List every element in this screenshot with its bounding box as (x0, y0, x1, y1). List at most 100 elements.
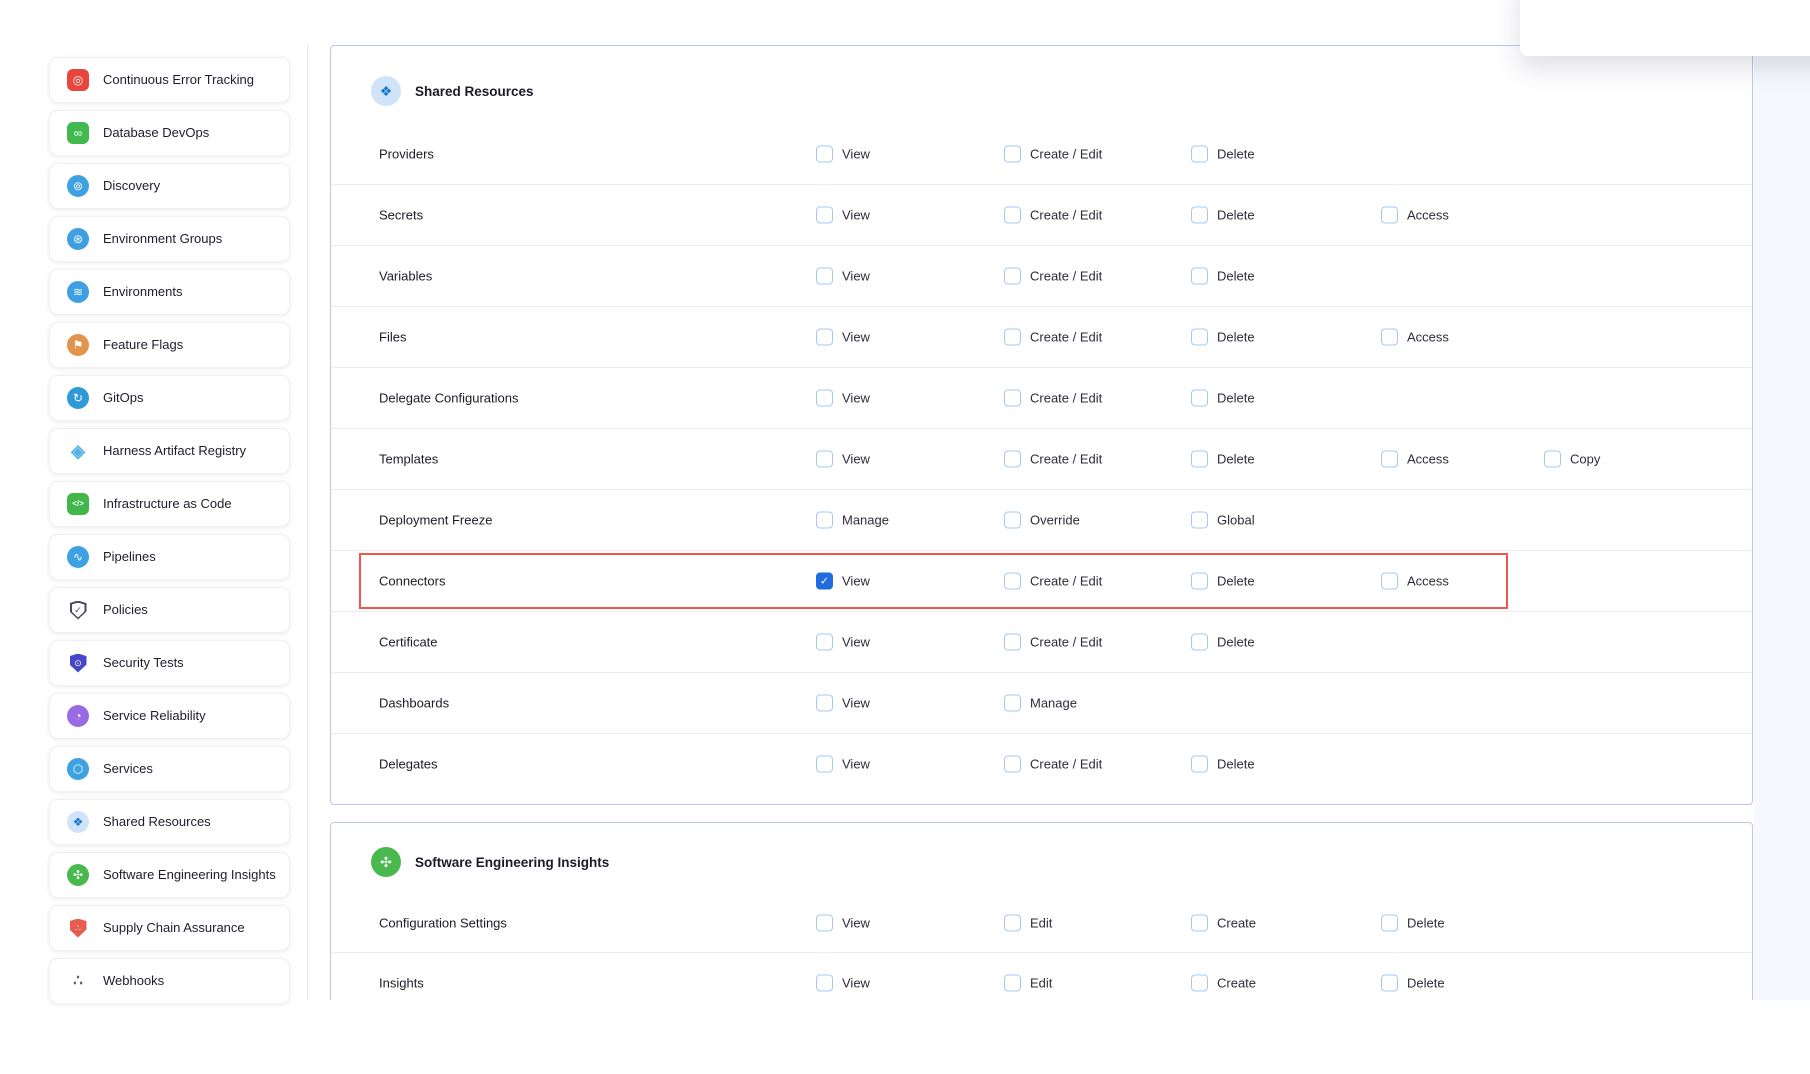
templates-copy-checkbox[interactable]: ✓Copy (1544, 451, 1600, 468)
files-access-checkbox[interactable]: ✓Access (1381, 329, 1449, 346)
checkbox-unchecked[interactable]: ✓ (816, 914, 833, 931)
checkbox-unchecked[interactable]: ✓ (1191, 573, 1208, 590)
connectors-delete-checkbox[interactable]: ✓Delete (1191, 573, 1255, 590)
variables-create-edit-checkbox[interactable]: ✓Create / Edit (1004, 268, 1102, 285)
delegate-configurations-create-edit-checkbox[interactable]: ✓Create / Edit (1004, 390, 1102, 407)
delegates-view-checkbox[interactable]: ✓View (816, 756, 870, 773)
checkbox-unchecked[interactable]: ✓ (816, 695, 833, 712)
checkbox-unchecked[interactable]: ✓ (1381, 451, 1398, 468)
connectors-view-checkbox[interactable]: ✓View (816, 573, 870, 590)
checkbox-unchecked[interactable]: ✓ (1004, 451, 1021, 468)
checkbox-unchecked[interactable]: ✓ (1191, 974, 1208, 991)
sidebar-item-software-engineering-insights[interactable]: ✣Software Engineering Insights (49, 852, 290, 898)
files-view-checkbox[interactable]: ✓View (816, 329, 870, 346)
checkbox-unchecked[interactable]: ✓ (1191, 207, 1208, 224)
providers-view-checkbox[interactable]: ✓View (816, 146, 870, 163)
checkbox-unchecked[interactable]: ✓ (1381, 914, 1398, 931)
templates-create-edit-checkbox[interactable]: ✓Create / Edit (1004, 451, 1102, 468)
checkbox-unchecked[interactable]: ✓ (1004, 390, 1021, 407)
checkbox-unchecked[interactable]: ✓ (816, 512, 833, 529)
checkbox-unchecked[interactable]: ✓ (1191, 268, 1208, 285)
checkbox-checked[interactable]: ✓ (816, 573, 833, 590)
checkbox-unchecked[interactable]: ✓ (1191, 512, 1208, 529)
checkbox-unchecked[interactable]: ✓ (816, 974, 833, 991)
checkbox-unchecked[interactable]: ✓ (1381, 329, 1398, 346)
deployment-freeze-override-checkbox[interactable]: ✓Override (1004, 512, 1080, 529)
checkbox-unchecked[interactable]: ✓ (1191, 756, 1208, 773)
sidebar-item-shared-resources[interactable]: ❖Shared Resources (49, 799, 290, 845)
sidebar-item-discovery[interactable]: ⊚Discovery (49, 163, 290, 209)
sidebar-item-policies[interactable]: ✓Policies (49, 587, 290, 633)
insights-view-checkbox[interactable]: ✓View (816, 974, 870, 991)
checkbox-unchecked[interactable]: ✓ (1191, 390, 1208, 407)
checkbox-unchecked[interactable]: ✓ (816, 146, 833, 163)
sidebar-item-infrastructure-as-code[interactable]: </>Infrastructure as Code (49, 481, 290, 527)
delegate-configurations-view-checkbox[interactable]: ✓View (816, 390, 870, 407)
deployment-freeze-global-checkbox[interactable]: ✓Global (1191, 512, 1255, 529)
checkbox-unchecked[interactable]: ✓ (1191, 451, 1208, 468)
sidebar-item-services[interactable]: ⬡Services (49, 746, 290, 792)
checkbox-unchecked[interactable]: ✓ (1004, 146, 1021, 163)
checkbox-unchecked[interactable]: ✓ (816, 268, 833, 285)
checkbox-unchecked[interactable]: ✓ (1381, 207, 1398, 224)
secrets-create-edit-checkbox[interactable]: ✓Create / Edit (1004, 207, 1102, 224)
variables-view-checkbox[interactable]: ✓View (816, 268, 870, 285)
checkbox-unchecked[interactable]: ✓ (1191, 146, 1208, 163)
providers-create-edit-checkbox[interactable]: ✓Create / Edit (1004, 146, 1102, 163)
connectors-create-edit-checkbox[interactable]: ✓Create / Edit (1004, 573, 1102, 590)
checkbox-unchecked[interactable]: ✓ (1544, 451, 1561, 468)
sidebar-item-environment-groups[interactable]: ⊛Environment Groups (49, 216, 290, 262)
checkbox-unchecked[interactable]: ✓ (816, 634, 833, 651)
configuration-settings-edit-checkbox[interactable]: ✓Edit (1004, 914, 1052, 931)
dashboards-view-checkbox[interactable]: ✓View (816, 695, 870, 712)
secrets-view-checkbox[interactable]: ✓View (816, 207, 870, 224)
delegates-delete-checkbox[interactable]: ✓Delete (1191, 756, 1255, 773)
checkbox-unchecked[interactable]: ✓ (1381, 573, 1398, 590)
checkbox-unchecked[interactable]: ✓ (1004, 512, 1021, 529)
configuration-settings-view-checkbox[interactable]: ✓View (816, 914, 870, 931)
sidebar-item-feature-flags[interactable]: ⚑Feature Flags (49, 322, 290, 368)
secrets-delete-checkbox[interactable]: ✓Delete (1191, 207, 1255, 224)
checkbox-unchecked[interactable]: ✓ (1004, 695, 1021, 712)
insights-create-checkbox[interactable]: ✓Create (1191, 974, 1256, 991)
checkbox-unchecked[interactable]: ✓ (1191, 914, 1208, 931)
checkbox-unchecked[interactable]: ✓ (816, 756, 833, 773)
configuration-settings-delete-checkbox[interactable]: ✓Delete (1381, 914, 1445, 931)
templates-view-checkbox[interactable]: ✓View (816, 451, 870, 468)
certificate-create-edit-checkbox[interactable]: ✓Create / Edit (1004, 634, 1102, 651)
checkbox-unchecked[interactable]: ✓ (1004, 914, 1021, 931)
checkbox-unchecked[interactable]: ✓ (816, 451, 833, 468)
secrets-access-checkbox[interactable]: ✓Access (1381, 207, 1449, 224)
sidebar-item-database-devops[interactable]: ∞Database DevOps (49, 110, 290, 156)
checkbox-unchecked[interactable]: ✓ (816, 329, 833, 346)
insights-edit-checkbox[interactable]: ✓Edit (1004, 974, 1052, 991)
checkbox-unchecked[interactable]: ✓ (816, 390, 833, 407)
checkbox-unchecked[interactable]: ✓ (1191, 634, 1208, 651)
checkbox-unchecked[interactable]: ✓ (816, 207, 833, 224)
sidebar-item-environments[interactable]: ≋Environments (49, 269, 290, 315)
insights-delete-checkbox[interactable]: ✓Delete (1381, 974, 1445, 991)
checkbox-unchecked[interactable]: ✓ (1004, 329, 1021, 346)
checkbox-unchecked[interactable]: ✓ (1004, 268, 1021, 285)
templates-access-checkbox[interactable]: ✓Access (1381, 451, 1449, 468)
sidebar-item-harness-artifact-registry[interactable]: ◈Harness Artifact Registry (49, 428, 290, 474)
certificate-delete-checkbox[interactable]: ✓Delete (1191, 634, 1255, 651)
templates-delete-checkbox[interactable]: ✓Delete (1191, 451, 1255, 468)
sidebar-item-security-tests[interactable]: ⊙Security Tests (49, 640, 290, 686)
providers-delete-checkbox[interactable]: ✓Delete (1191, 146, 1255, 163)
delegates-create-edit-checkbox[interactable]: ✓Create / Edit (1004, 756, 1102, 773)
sidebar-item-pipelines[interactable]: ∿Pipelines (49, 534, 290, 580)
dashboards-manage-checkbox[interactable]: ✓Manage (1004, 695, 1077, 712)
deployment-freeze-manage-checkbox[interactable]: ✓Manage (816, 512, 889, 529)
sidebar-item-gitops[interactable]: ↻GitOps (49, 375, 290, 421)
checkbox-unchecked[interactable]: ✓ (1004, 207, 1021, 224)
configuration-settings-create-checkbox[interactable]: ✓Create (1191, 914, 1256, 931)
checkbox-unchecked[interactable]: ✓ (1004, 573, 1021, 590)
checkbox-unchecked[interactable]: ✓ (1004, 634, 1021, 651)
sidebar-item-supply-chain-assurance[interactable]: ∴Supply Chain Assurance (49, 905, 290, 951)
sidebar-item-continuous-error-tracking[interactable]: ◎Continuous Error Tracking (49, 57, 290, 103)
checkbox-unchecked[interactable]: ✓ (1004, 974, 1021, 991)
delegate-configurations-delete-checkbox[interactable]: ✓Delete (1191, 390, 1255, 407)
checkbox-unchecked[interactable]: ✓ (1381, 974, 1398, 991)
checkbox-unchecked[interactable]: ✓ (1191, 329, 1208, 346)
